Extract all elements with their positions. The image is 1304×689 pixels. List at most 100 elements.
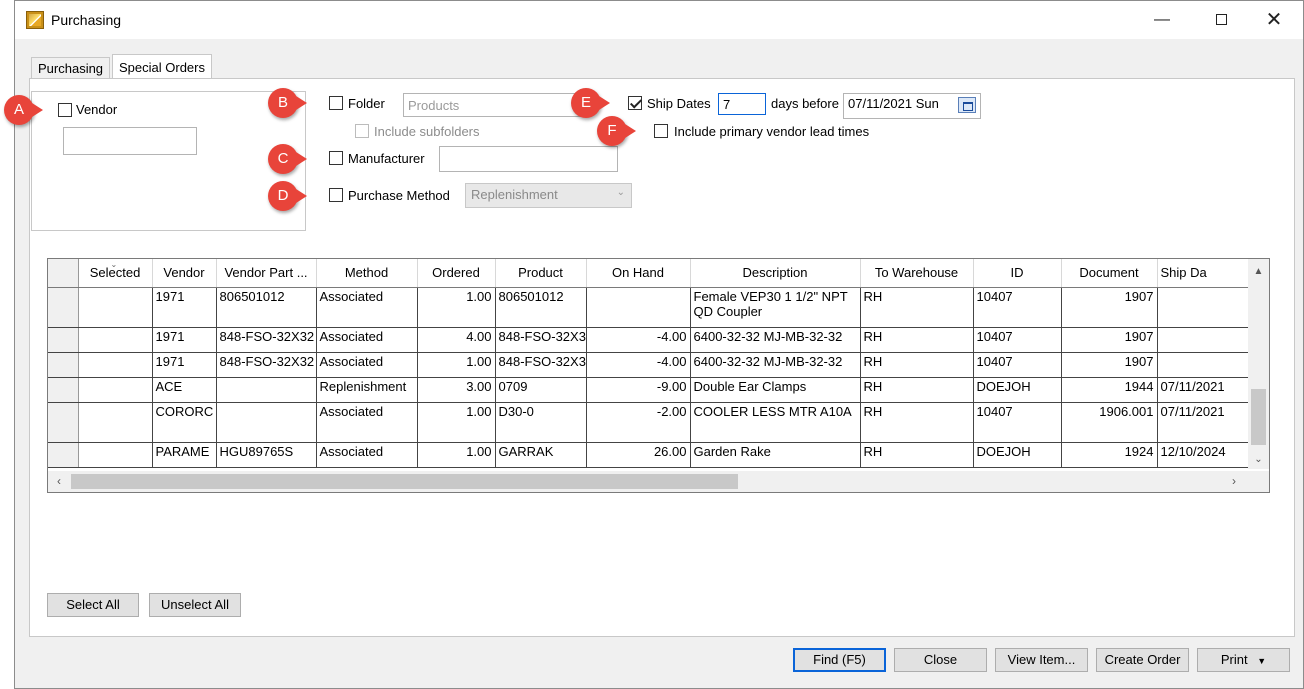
purchase-method-select[interactable]: Replenishment ⌄ [465, 183, 632, 208]
cell-to-warehouse: RH [860, 352, 974, 378]
cell-description: 6400-32-32 MJ-MB-32-32 [690, 327, 861, 353]
ship-dates-label: Ship Dates [647, 96, 711, 111]
ship-dates-checkbox[interactable] [628, 96, 642, 110]
create-order-button[interactable]: Create Order [1096, 648, 1189, 672]
cell-to-warehouse: RH [860, 402, 974, 443]
table-row[interactable]: 1971 848-FSO-32X32 Associated 4.00 848-F… [48, 327, 1265, 353]
cell-id: 10407 [973, 352, 1062, 378]
scroll-up-icon[interactable]: ▲ [1248, 263, 1269, 281]
unselect-all-button[interactable]: Unselect All [149, 593, 241, 617]
marker-b: B [268, 88, 307, 118]
cell-document: 1924 [1061, 442, 1158, 468]
cell-method: Associated [316, 442, 418, 468]
chevron-down-icon: ⌄ [616, 187, 625, 198]
cell-id: DOEJOH [973, 442, 1062, 468]
cell-vendor: 1971 [152, 327, 217, 353]
table-row[interactable]: 1971 806501012 Associated 1.00 806501012… [48, 287, 1265, 328]
close-window-button[interactable]: ✕ [1251, 1, 1297, 39]
minimize-button[interactable]: — [1139, 1, 1185, 39]
cell-selected[interactable] [78, 327, 153, 353]
calendar-icon[interactable] [958, 97, 976, 113]
col-ordered[interactable]: Ordered [417, 259, 496, 288]
cell-ordered: 4.00 [417, 327, 496, 353]
horizontal-scrollbar[interactable]: ‹ › [48, 471, 1269, 492]
vertical-scrollbar[interactable]: ▲ ⌄ [1248, 259, 1269, 469]
table-row[interactable]: 1971 848-FSO-32X32 Associated 1.00 848-F… [48, 352, 1265, 378]
row-header[interactable] [48, 287, 79, 328]
row-header[interactable] [48, 352, 79, 378]
cell-to-warehouse: RH [860, 327, 974, 353]
folder-input[interactable] [403, 93, 587, 117]
row-header[interactable] [48, 377, 79, 403]
include-subfolders-label: Include subfolders [374, 124, 480, 139]
manufacturer-input[interactable] [439, 146, 618, 172]
title-bar: Purchasing — ✕ [15, 1, 1303, 39]
col-vendor-part[interactable]: Vendor Part ... [216, 259, 317, 288]
cell-on-hand: -2.00 [586, 402, 691, 443]
window-title: Purchasing [51, 12, 122, 28]
cell-vendor: PARAME [152, 442, 217, 468]
col-to-warehouse[interactable]: To Warehouse [860, 259, 974, 288]
vendor-checkbox[interactable] [58, 103, 72, 117]
vertical-scroll-thumb[interactable] [1251, 389, 1266, 445]
cell-description: COOLER LESS MTR A10A [690, 402, 861, 443]
table-row[interactable]: ACE Replenishment 3.00 0709 -9.00 Double… [48, 377, 1265, 403]
tab-special-orders[interactable]: Special Orders [112, 54, 212, 80]
cell-selected[interactable] [78, 287, 153, 328]
col-document[interactable]: Document [1061, 259, 1158, 288]
row-header[interactable] [48, 402, 79, 443]
vendor-group [31, 91, 306, 231]
cell-vendor: ACE [152, 377, 217, 403]
print-button[interactable]: Print ▼ [1197, 648, 1290, 672]
col-method[interactable]: Method [316, 259, 418, 288]
tab-purchasing[interactable]: Purchasing [31, 57, 111, 78]
col-product[interactable]: Product [495, 259, 587, 288]
folder-label: Folder [348, 96, 385, 111]
cell-method: Replenishment [316, 377, 418, 403]
cell-document: 1906.001 [1061, 402, 1158, 443]
manufacturer-checkbox[interactable] [329, 151, 343, 165]
include-subfolders-checkbox[interactable] [355, 124, 369, 138]
close-button[interactable]: Close [894, 648, 987, 672]
row-header[interactable] [48, 327, 79, 353]
cell-selected[interactable] [78, 352, 153, 378]
cell-id: DOEJOH [973, 377, 1062, 403]
cell-selected[interactable] [78, 402, 153, 443]
view-item-button[interactable]: View Item... [995, 648, 1088, 672]
cell-selected[interactable] [78, 377, 153, 403]
row-header-corner [48, 259, 79, 288]
horizontal-scroll-thumb[interactable] [71, 474, 738, 489]
cell-id: 10407 [973, 327, 1062, 353]
row-header[interactable] [48, 442, 79, 468]
marker-f: F [597, 116, 636, 146]
col-selected[interactable]: ⌄ Selected [78, 259, 153, 288]
table-row[interactable]: CORORC Associated 1.00 D30-0 -2.00 COOLE… [48, 402, 1265, 443]
cell-description: Garden Rake [690, 442, 861, 468]
folder-checkbox[interactable] [329, 96, 343, 110]
cell-ordered: 1.00 [417, 442, 496, 468]
col-on-hand[interactable]: On Hand [586, 259, 691, 288]
purchase-method-checkbox[interactable] [329, 188, 343, 202]
maximize-button[interactable] [1198, 1, 1244, 39]
select-all-button[interactable]: Select All [47, 593, 139, 617]
vendor-input[interactable] [63, 127, 197, 155]
scroll-right-icon[interactable]: › [1225, 471, 1243, 492]
cell-method: Associated [316, 352, 418, 378]
col-description[interactable]: Description [690, 259, 861, 288]
sort-icon: ⌄ [110, 260, 118, 269]
find-button[interactable]: Find (F5) [793, 648, 886, 672]
cell-selected[interactable] [78, 442, 153, 468]
cell-vendor: 1971 [152, 352, 217, 378]
cell-vendor-part [216, 402, 317, 443]
ship-date-value: 07/11/2021 Sun [848, 96, 939, 111]
scroll-left-icon[interactable]: ‹ [50, 471, 68, 492]
col-id[interactable]: ID [973, 259, 1062, 288]
cell-product: D30-0 [495, 402, 587, 443]
days-before-label: days before [771, 96, 839, 111]
table-row[interactable]: PARAME HGU89765S Associated 1.00 GARRAK … [48, 442, 1265, 468]
lead-times-checkbox[interactable] [654, 124, 668, 138]
cell-method: Associated [316, 287, 418, 328]
scroll-down-icon[interactable]: ⌄ [1248, 451, 1269, 469]
ship-days-input[interactable] [718, 93, 766, 115]
col-vendor[interactable]: Vendor [152, 259, 217, 288]
